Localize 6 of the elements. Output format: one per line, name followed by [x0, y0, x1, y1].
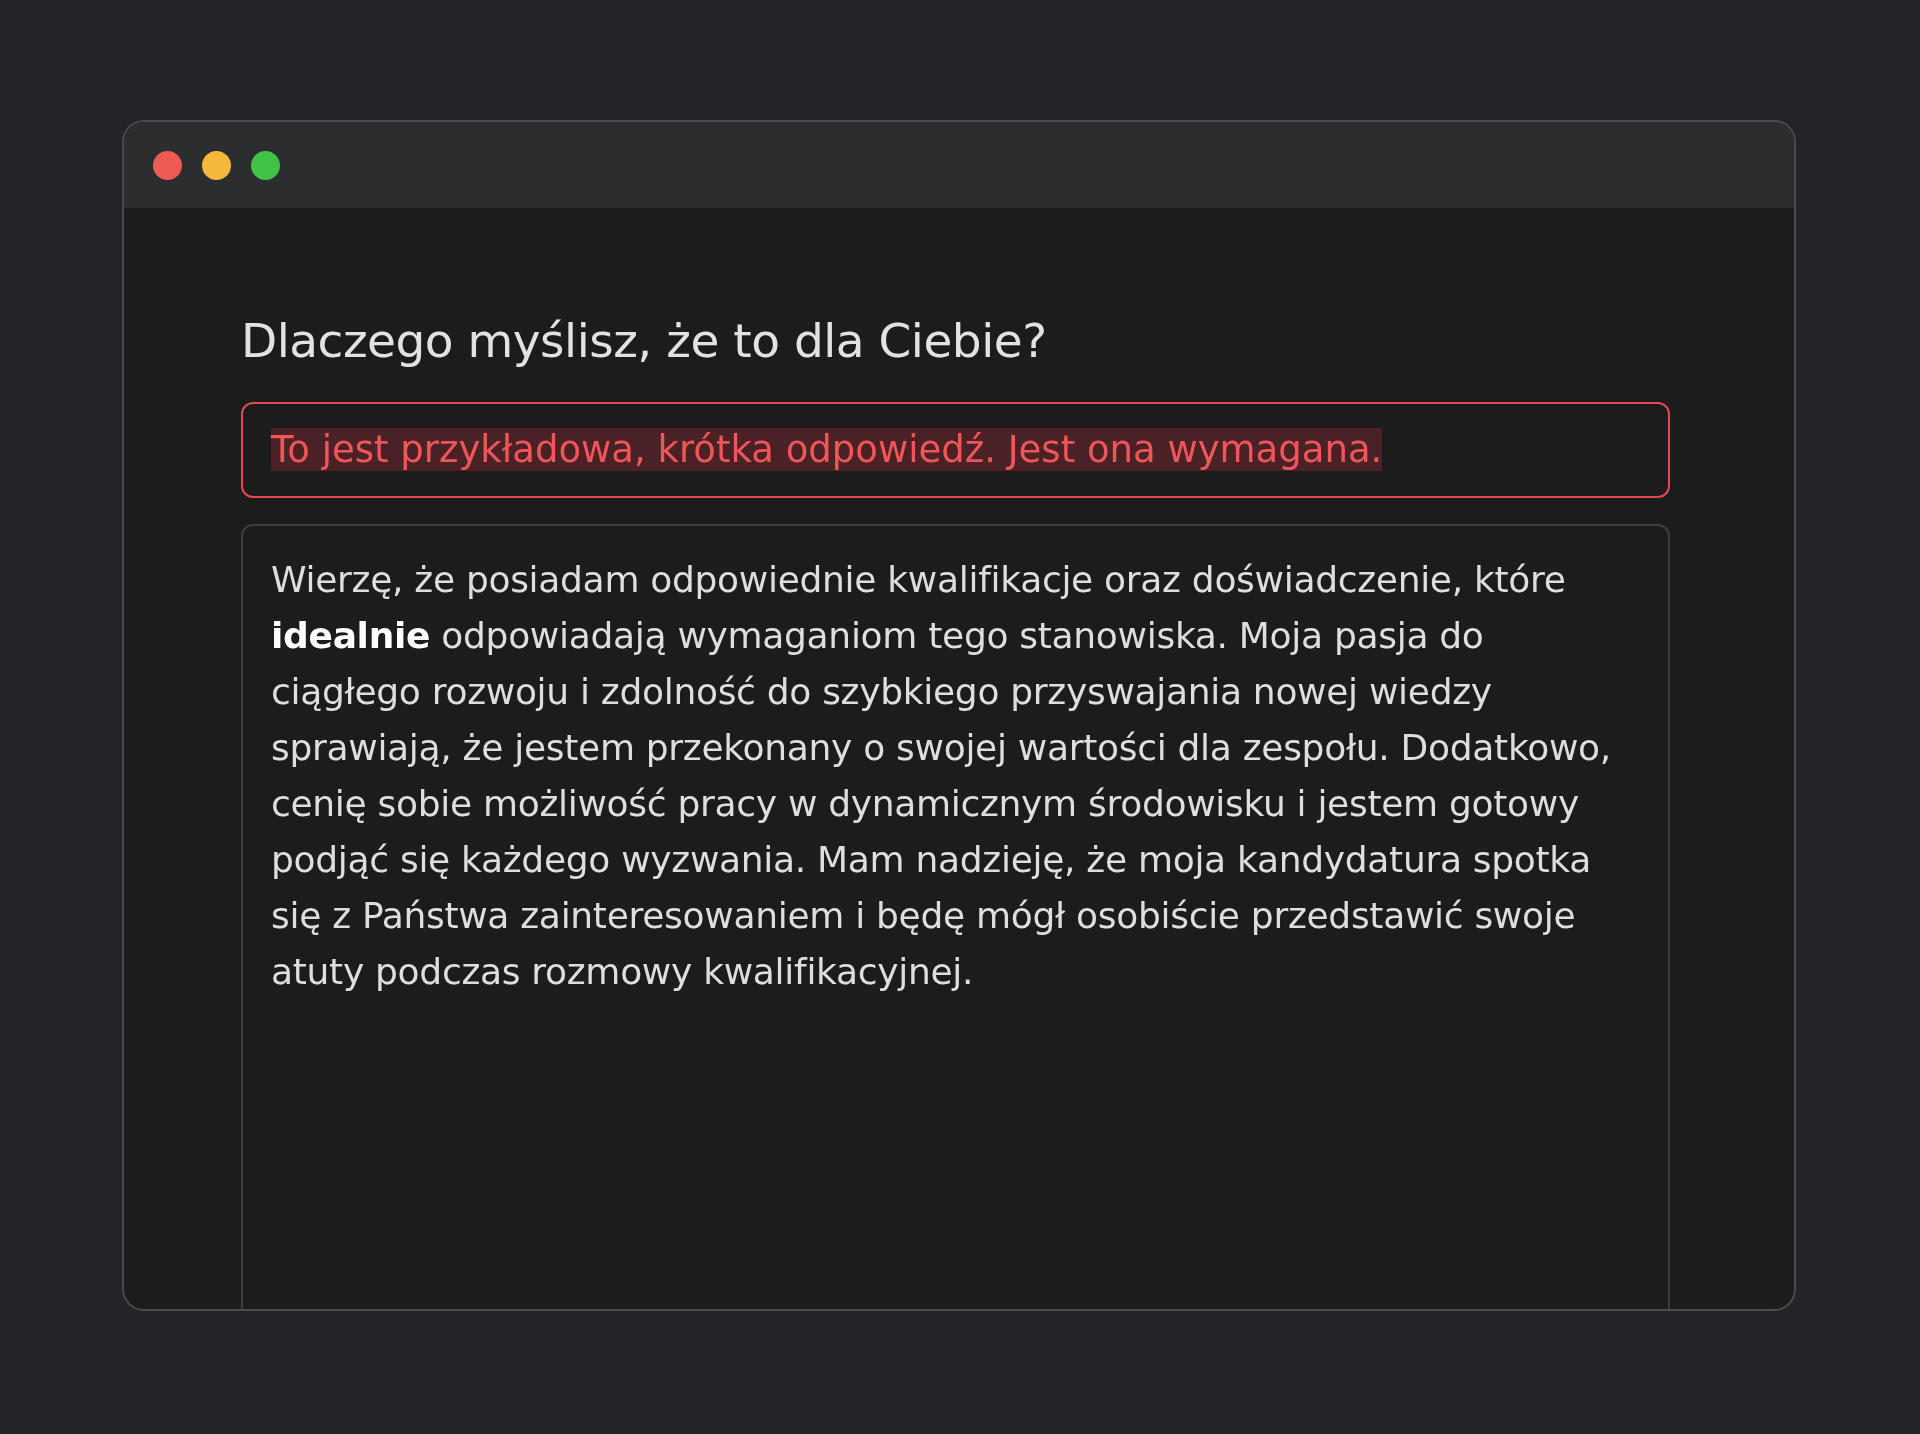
close-icon[interactable] — [153, 150, 182, 180]
long-answer-field[interactable]: Wierzę, że posiadam odpowiednie kwalifikacje oraz doświadczenie, które idealnie odpowiadają wymaganiom tego stanowiska. Moja pasja do ciągłego rozwoju i zdolność do szybkiego przyswajania nowej wiedzy sprawiają, że jestem przekonany o swojej wartości dla zespołu. Dodatkowo, cenię sobie możliwość pracy w dynamicznym środowisku i jestem gotowy podjąć się każdego wyzwania. Mam nadzieję, że moja kandydatura spotka się z Państwa zainteresowaniem i będę mógł osobiście przedstawić swoje atuty podczas rozmowy kwalifikacyjnej. — [241, 524, 1670, 1309]
question-title: Dlaczego myślisz, że to dla Ciebie? — [241, 313, 1048, 368]
minimize-icon[interactable] — [202, 150, 231, 180]
short-answer-field[interactable]: To jest przykładowa, krótka odpowiedź. Jest ona wymagana. — [241, 402, 1670, 498]
maximize-icon[interactable] — [251, 150, 280, 180]
